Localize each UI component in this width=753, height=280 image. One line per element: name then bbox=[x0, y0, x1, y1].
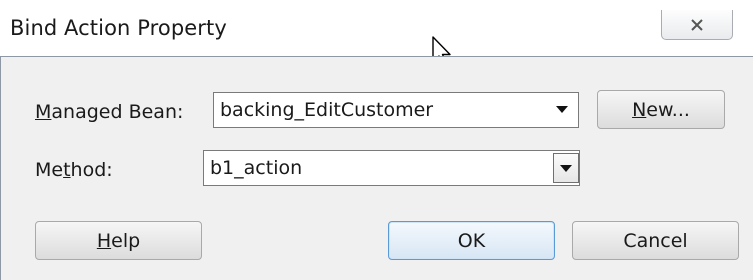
dropdown-arrow-icon bbox=[560, 164, 572, 172]
dropdown-arrow-icon bbox=[556, 106, 568, 113]
method-label: Method: bbox=[35, 159, 113, 181]
close-button[interactable] bbox=[661, 10, 733, 40]
managed-bean-label: Managed Bean: bbox=[35, 101, 184, 123]
managed-bean-dropdown[interactable]: backing_EditCustomer bbox=[213, 92, 579, 128]
new-button[interactable]: New... bbox=[597, 90, 725, 129]
close-icon bbox=[691, 18, 703, 31]
cancel-button[interactable]: Cancel bbox=[572, 221, 739, 260]
dialog-titlebar: Bind Action Property bbox=[0, 0, 753, 56]
method-value: b1_action bbox=[210, 157, 303, 179]
dialog-title: Bind Action Property bbox=[10, 16, 227, 40]
managed-bean-value: backing_EditCustomer bbox=[220, 99, 434, 121]
method-dropdown-button[interactable] bbox=[553, 153, 579, 183]
ok-button[interactable]: OK bbox=[388, 221, 555, 260]
method-combobox[interactable]: b1_action bbox=[203, 150, 580, 186]
dialog-body: Managed Bean: backing_EditCustomer New..… bbox=[0, 56, 753, 280]
help-button[interactable]: Help bbox=[35, 221, 202, 260]
